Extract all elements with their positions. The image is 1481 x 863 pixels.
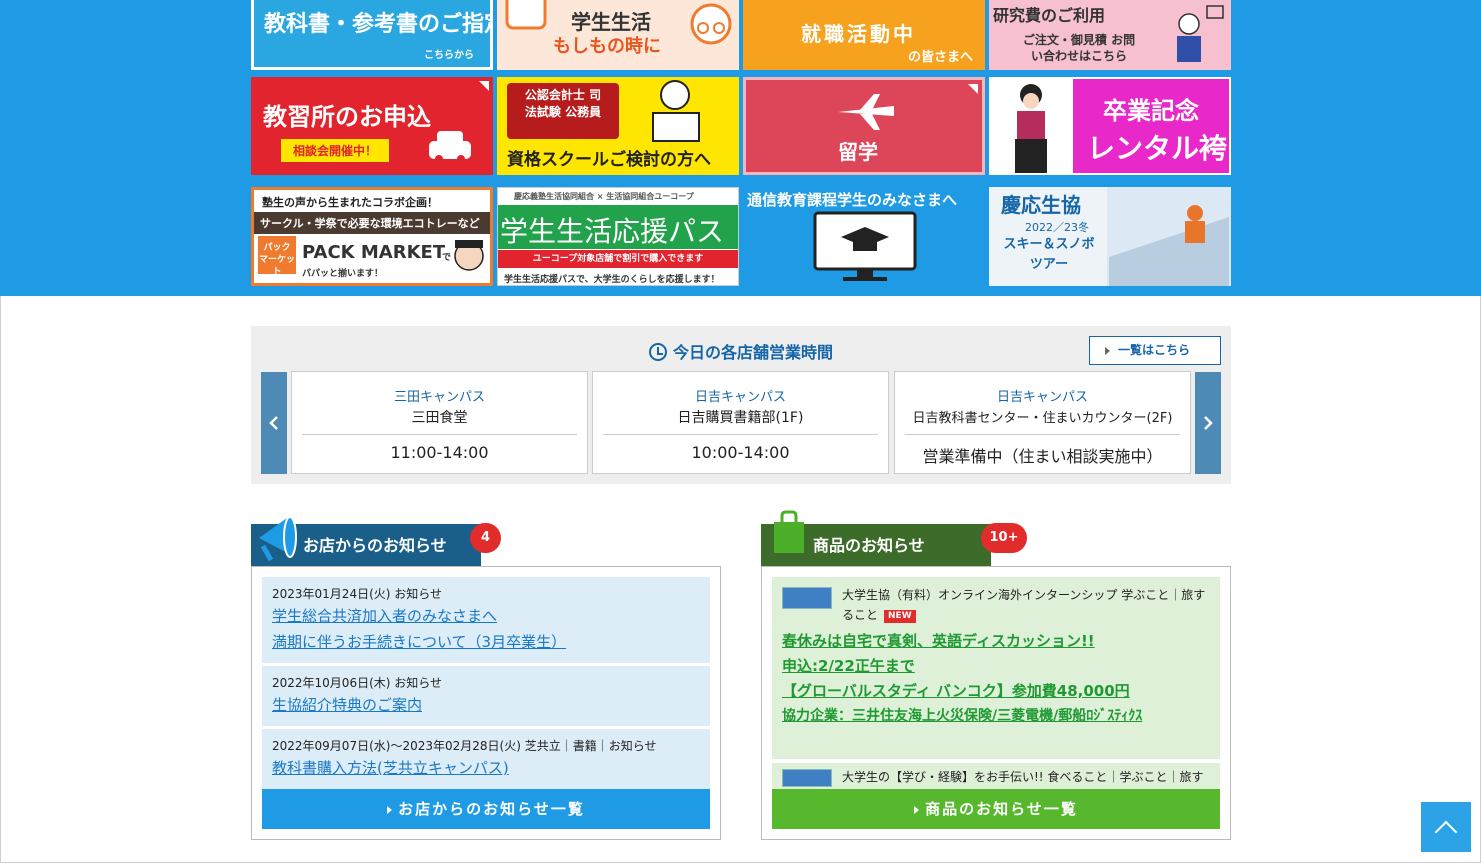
- product-link[interactable]: 申込:2/22正午まで: [782, 654, 1210, 679]
- product-news-count-badge: 10+: [981, 523, 1027, 553]
- megaphone-icon: [259, 516, 297, 562]
- graduation-monitor-icon: [813, 211, 917, 281]
- news-item: 2022年09月07日(水)～2023年02月28日(火) 芝共立｜書籍｜お知ら…: [262, 729, 710, 789]
- news-item: 2022年10月06日(木) お知らせ 生協紹介特典のご案内: [262, 666, 710, 726]
- news-meta: 2022年09月07日(水)～2023年02月28日(火) 芝共立｜書籍｜お知ら…: [272, 739, 657, 753]
- caret-right-icon: [914, 806, 920, 814]
- bicycle-icon: [690, 3, 732, 45]
- news-meta: 2022年10月06日(木) お知らせ: [272, 676, 443, 690]
- product-meta: 大学生協（有料）オンライン海外インターンシップ 学ぶこと｜旅すること NEW: [842, 588, 1206, 623]
- person-computer-icon: [1177, 5, 1224, 62]
- banner-qualification-school[interactable]: 公認会計士 司法試験 公務員 資格スクールご検討の方へ: [497, 77, 739, 175]
- divider: [302, 434, 577, 435]
- banner-study-abroad[interactable]: 留学: [743, 77, 985, 175]
- divider: [905, 434, 1180, 435]
- product-link[interactable]: 【グローバルスタディ バンコク】参加費48,000円: [782, 679, 1210, 704]
- product-link[interactable]: 春休みは自宅で真剣、英語ディスカッション!!: [782, 629, 1210, 654]
- store-hours-card: 三田キャンパス 三田食堂 11:00-14:00: [291, 371, 588, 474]
- carousel-next-button[interactable]: [1195, 372, 1221, 474]
- person-reading-icon: [652, 80, 700, 142]
- banner-driving-school[interactable]: 教習所のお申込 相談会開催中！: [251, 77, 493, 175]
- chevron-right-icon: [1204, 416, 1213, 430]
- shop-news-count-badge: 4: [470, 523, 501, 553]
- chevron-left-icon: [269, 416, 278, 430]
- calendar-icon: [505, 0, 547, 30]
- shop-news-all-button[interactable]: お店からのお知らせ一覧: [262, 789, 710, 829]
- store-time: 11:00-14:00: [390, 443, 489, 462]
- product-link[interactable]: 協力企業：三井住友海上火災保険/三菱電機/郵船ﾛｼﾞｽﾃｨｸｽ: [782, 704, 1210, 729]
- store-name: 日吉購買書籍部(1F): [677, 410, 804, 426]
- campus-name: 三田キャンパス: [393, 390, 485, 405]
- product-news-all-button[interactable]: 商品のお知らせ一覧: [772, 789, 1220, 829]
- banner-pack-market[interactable]: 塾生の声から生まれたコラボ企画！ サークル・学祭で必要な環境エコトレーなど パッ…: [251, 187, 493, 286]
- divider: [603, 434, 878, 435]
- shopping-bag-icon: [774, 510, 804, 553]
- banner-student-life[interactable]: 学生生活 もしもの時に: [497, 0, 739, 70]
- product-news-panel: 大学生協（有料）オンライン海外インターンシップ 学ぶこと｜旅すること NEW 春休…: [761, 566, 1231, 840]
- news-meta: 2023年01月24日(火) お知らせ: [272, 587, 443, 601]
- carousel-prev-button[interactable]: [261, 372, 287, 474]
- banner-area: 教科書・参考書のご指定 こちらから 学生生活 もしもの時に 就職活動中 の皆さま…: [0, 0, 1481, 296]
- news-link[interactable]: 教科書購入方法(芝共立キャンパス): [272, 755, 700, 781]
- new-badge: NEW: [884, 610, 916, 623]
- alarm-clock-icon: [648, 343, 667, 361]
- banner-hakama-rental[interactable]: 卒業記念 レンタル袴: [989, 77, 1231, 175]
- store-time: 営業準備中（住まい相談実施中）: [922, 447, 1163, 466]
- news-item: 2023年01月24日(火) お知らせ 学生総合共済加入者のみなさまへ 満期に伴…: [262, 577, 710, 663]
- corner-marker: [968, 84, 978, 94]
- campus-name: 日吉キャンパス: [996, 390, 1088, 405]
- news-link[interactable]: 満期に伴うお手続きについて（3月卒業生）: [272, 629, 700, 655]
- banner-student-life-pass[interactable]: 慶応義塾生活協同組合 × 生活協同組合ユーコープ 学生生活応援パス ユーコープ対…: [497, 187, 739, 286]
- car-icon: [429, 131, 471, 163]
- store-time: 10:00-14:00: [691, 443, 790, 462]
- store-hours-panel: 今日の各店舗営業時間 一覧はこちら 三田キャンパス 三田食堂 11:00-14:…: [251, 326, 1231, 484]
- corner-marker: [479, 81, 489, 91]
- graduate-kimono-icon: [1015, 84, 1047, 173]
- banner-correspondence[interactable]: 通信教育課程学生のみなさまへ: [743, 187, 985, 286]
- store-hours-card: 日吉キャンパス 日吉教科書センター・住まいカウンター(2F) 営業準備中（住まい…: [894, 371, 1191, 474]
- kimono-illustration: [991, 79, 1073, 173]
- product-thumbnail[interactable]: [782, 769, 832, 787]
- product-item: 大学生の【学び・経験】をお手伝い!! 食べること｜学ぶこと｜旅す: [772, 763, 1220, 789]
- store-hours-list-button[interactable]: 一覧はこちら: [1089, 336, 1221, 365]
- news-link[interactable]: 生協紹介特典のご案内: [272, 692, 700, 718]
- campus-name: 日吉キャンパス: [694, 390, 786, 405]
- store-name: 三田食堂: [411, 410, 468, 426]
- skier-icon: [1109, 205, 1229, 286]
- airplane-icon: [838, 94, 894, 130]
- store-hours-card: 日吉キャンパス 日吉購買書籍部(1F) 10:00-14:00: [592, 371, 889, 474]
- store-name: 日吉教科書センター・住まいカウンター(2F): [912, 411, 1173, 426]
- shop-news-panel: 2023年01月24日(火) お知らせ 学生総合共済加入者のみなさまへ 満期に伴…: [251, 566, 721, 840]
- page-top-button[interactable]: [1421, 802, 1471, 852]
- news-link[interactable]: 学生総合共済加入者のみなさまへ: [272, 603, 700, 629]
- product-item: 大学生協（有料）オンライン海外インターンシップ 学ぶこと｜旅すること NEW 春休…: [772, 577, 1220, 759]
- product-meta: 大学生の【学び・経験】をお手伝い!! 食べること｜学ぶこと｜旅す: [842, 770, 1204, 784]
- banner-research-funds[interactable]: 研究費のご利用 ご注文・御見積 お問い合わせはこちら: [989, 0, 1231, 70]
- store-hours-title: 今日の各店舗営業時間: [251, 339, 1231, 363]
- banner-textbook[interactable]: 教科書・参考書のご指定 こちらから: [251, 0, 493, 70]
- banner-ski-tour[interactable]: 慶応生協 2022／23冬 スキー＆スノボ ツアー: [989, 187, 1231, 286]
- banner-job-hunting[interactable]: 就職活動中 の皆さまへ: [743, 0, 985, 70]
- product-thumbnail[interactable]: [782, 587, 832, 609]
- student-face-icon: [454, 240, 484, 271]
- caret-right-icon: [387, 806, 393, 814]
